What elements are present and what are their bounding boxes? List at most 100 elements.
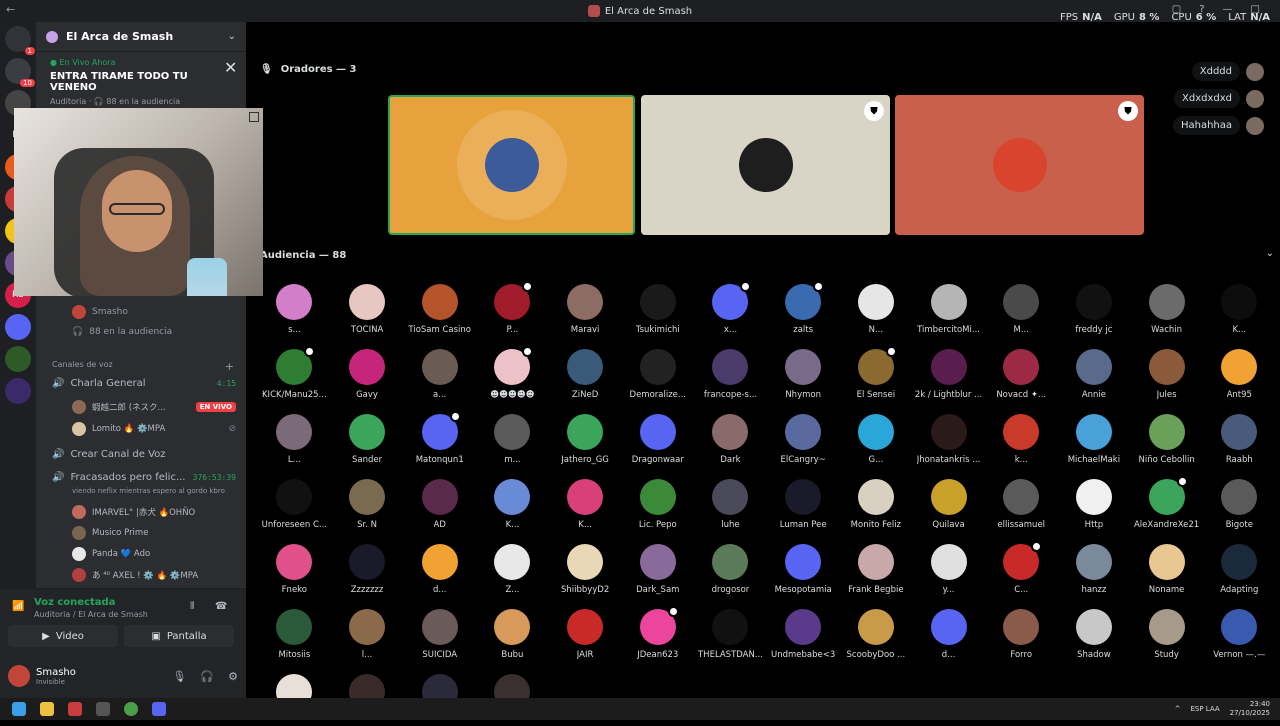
speaker-tile[interactable]: ⛊ <box>641 95 890 235</box>
audience-member[interactable]: TOCINA <box>331 284 404 336</box>
audience-member[interactable]: ShiibbyyD2 <box>549 544 622 596</box>
screen-share-button[interactable]: ▣ Pantalla <box>124 625 234 647</box>
audience-member[interactable]: Matonqun1 <box>403 411 476 466</box>
voice-channel[interactable]: 🔊 Crear Canal de Voz <box>52 449 236 460</box>
audience-member[interactable]: TimbercitoMi... <box>912 284 985 336</box>
audience-member[interactable]: K... <box>549 479 622 531</box>
audience-member[interactable]: Ant95 <box>1203 349 1276 401</box>
audience-member[interactable]: m... <box>476 414 549 466</box>
audience-member[interactable]: Z... <box>476 544 549 596</box>
audience-member[interactable]: ellissamuel <box>985 479 1058 531</box>
voice-member[interactable]: IMARVEL° |赤犬 🔥OHÑO <box>72 505 236 519</box>
audience-member[interactable]: x... <box>694 281 767 336</box>
audience-member[interactable]: Dragonwaar <box>621 414 694 466</box>
server-icon[interactable]: 1 <box>5 26 35 55</box>
audience-member[interactable]: ☻☻☻☻☻ <box>476 346 549 401</box>
audience-member[interactable]: Gavy <box>331 349 404 401</box>
audience-member[interactable]: 2k / Lightblur ... <box>912 349 985 401</box>
audience-member[interactable]: Luman Pee <box>767 479 840 531</box>
audience-member[interactable]: G... <box>840 414 913 466</box>
soundboard-icon[interactable]: ⦀ <box>190 601 194 612</box>
audience-member[interactable]: hanzz <box>1058 544 1131 596</box>
audience-member[interactable]: L... <box>258 414 331 466</box>
audience-member[interactable]: drogosor <box>694 544 767 596</box>
audience-member[interactable]: K... <box>1203 284 1276 336</box>
audience-member[interactable]: JDean623 <box>621 606 694 661</box>
audience-member[interactable]: AD <box>403 479 476 531</box>
audience-member[interactable]: Niño Cebollin <box>1130 414 1203 466</box>
audience-member[interactable]: THELASTDAN... <box>694 609 767 661</box>
audience-member[interactable]: El Sensei <box>840 346 913 401</box>
chrome-icon[interactable] <box>124 702 138 716</box>
audience-member[interactable]: Dark <box>694 414 767 466</box>
voice-category[interactable]: Canales de voz + <box>52 360 234 373</box>
audience-member[interactable]: JAIR <box>549 609 622 661</box>
audience-member[interactable]: Lic. Pepo <box>621 479 694 531</box>
voice-member[interactable]: あ ⁴⁰ AXEL ! ⚙️ 🔥 ⚙️MPA <box>72 568 236 582</box>
audience-member[interactable]: Quilava <box>912 479 985 531</box>
audience-member[interactable]: Tsukimichi <box>621 284 694 336</box>
file-explorer-icon[interactable] <box>40 702 54 716</box>
audience-member[interactable]: Http <box>1058 479 1131 531</box>
audience-member[interactable]: MichaelMaki <box>1058 414 1131 466</box>
language-indicator[interactable]: ESP LAA <box>1190 705 1219 713</box>
audience-member[interactable]: Novacd ✦... <box>985 349 1058 401</box>
clock[interactable]: 23:40 27/10/2025 <box>1230 700 1270 718</box>
audience-member[interactable]: ScoobyDoo ... <box>840 609 913 661</box>
audience-member[interactable]: Fneko <box>258 544 331 596</box>
voice-channel[interactable]: 🔊 Fracasados pero felic... 376:53:39 <box>52 472 236 483</box>
server-icon[interactable] <box>5 378 31 404</box>
audience-member[interactable]: Adapting <box>1203 544 1276 596</box>
avatar[interactable] <box>8 665 30 687</box>
audience-member[interactable]: Monito Feliz <box>840 479 913 531</box>
audience-member[interactable]: Demoralize... <box>621 349 694 401</box>
audience-member[interactable]: Noname <box>1130 544 1203 596</box>
server-icon[interactable] <box>5 346 31 372</box>
audience-member[interactable]: Undmebabe<3 <box>767 609 840 661</box>
microphone-icon[interactable]: 🎙 <box>172 670 186 683</box>
voice-channel[interactable]: 🔊 Charla General 4:15 <box>52 378 236 389</box>
voice-member[interactable]: Lomito 🔥 ⚙️MPA ⊘ <box>72 422 236 436</box>
disconnect-icon[interactable]: ☎ <box>215 601 227 612</box>
audience-member[interactable]: C... <box>985 541 1058 596</box>
headphones-icon[interactable]: 🎧 <box>200 670 214 683</box>
close-icon[interactable]: ✕ <box>224 58 237 77</box>
audience-member[interactable]: Maravi <box>549 284 622 336</box>
audience-member[interactable]: k... <box>985 414 1058 466</box>
audience-member[interactable]: s... <box>258 284 331 336</box>
audience-member[interactable]: Bubu <box>476 609 549 661</box>
video-button[interactable]: ▶ Video <box>8 625 118 647</box>
audience-member[interactable]: luhe <box>694 479 767 531</box>
windows-start-icon[interactable] <box>12 702 26 716</box>
audience-member[interactable]: Jules <box>1130 349 1203 401</box>
audience-member[interactable]: Zzzzzzz <box>331 544 404 596</box>
add-channel-icon[interactable]: + <box>225 360 234 373</box>
chevron-down-icon[interactable]: ⌄ <box>228 31 236 42</box>
audience-member[interactable]: M... <box>985 284 1058 336</box>
audience-member[interactable]: Mitosiis <box>258 609 331 661</box>
audience-member[interactable]: Wachin <box>1130 284 1203 336</box>
audience-member[interactable]: ZiNeD <box>549 349 622 401</box>
server-icon[interactable]: 10 <box>5 58 35 87</box>
audience-member[interactable]: Jathero_GG <box>549 414 622 466</box>
chevron-down-icon[interactable]: ⌄ <box>1266 248 1274 259</box>
audience-member[interactable]: Frank Begbie <box>840 544 913 596</box>
audience-member[interactable]: Jhonatankris ... <box>912 414 985 466</box>
audience-member[interactable]: Raabh <box>1203 414 1276 466</box>
speaker-tile[interactable] <box>388 95 635 235</box>
audience-member[interactable]: N... <box>840 284 913 336</box>
chevron-up-icon[interactable]: ^ <box>1175 705 1181 713</box>
audience-member[interactable]: ElCangry~ <box>767 414 840 466</box>
audience-member[interactable]: AleXandreXe21 <box>1130 476 1203 531</box>
audience-member[interactable]: y... <box>912 544 985 596</box>
audience-member[interactable]: Mesopotamia <box>767 544 840 596</box>
audience-member[interactable]: Dark_Sam <box>621 544 694 596</box>
gear-icon[interactable]: ⚙ <box>228 670 238 683</box>
app-icon[interactable] <box>96 702 110 716</box>
audience-member[interactable]: l... <box>331 609 404 661</box>
overlay-control-icon[interactable] <box>249 112 259 122</box>
audience-member[interactable]: d... <box>912 609 985 661</box>
audience-member[interactable]: Vernon —.— <box>1203 609 1276 661</box>
audience-member[interactable]: SUICIDA <box>403 609 476 661</box>
audience-member[interactable]: freddy jc <box>1058 284 1131 336</box>
